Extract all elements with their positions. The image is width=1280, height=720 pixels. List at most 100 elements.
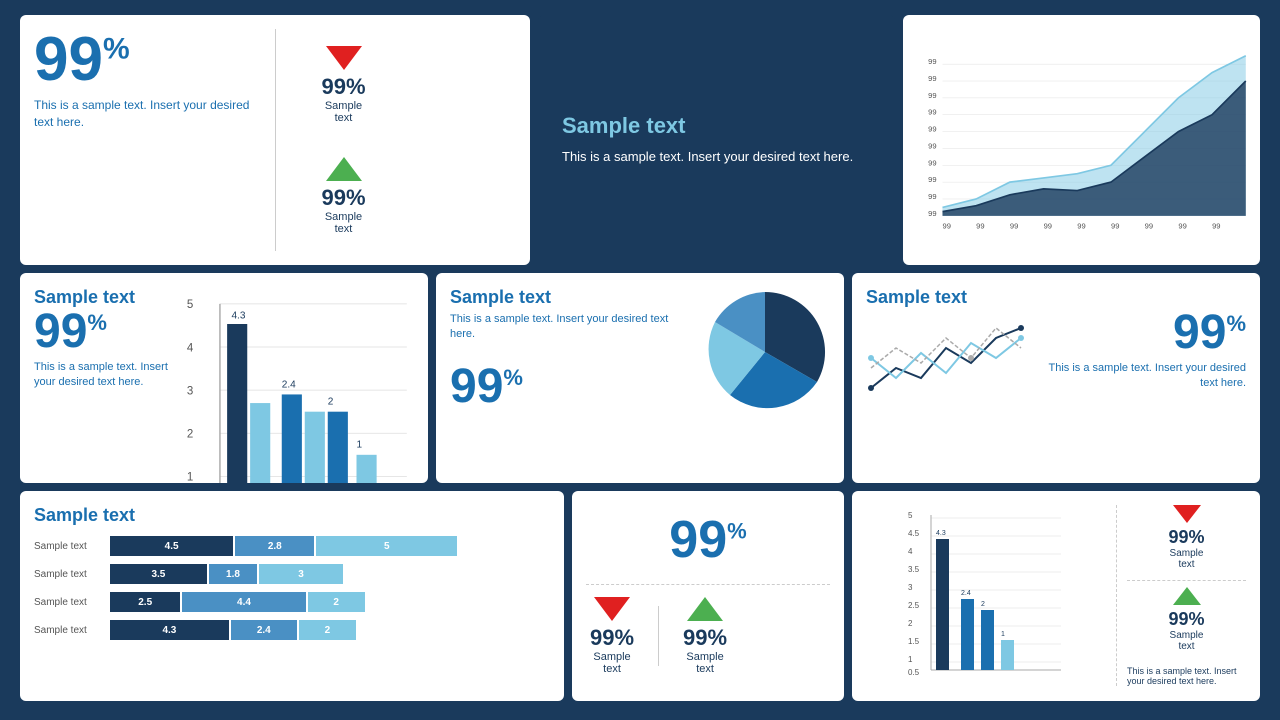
svg-text:0.5: 0.5 <box>908 668 920 675</box>
svg-text:2.4: 2.4 <box>961 590 971 597</box>
row1: 99% This is a sample text. Insert your d… <box>20 15 1260 265</box>
hbar-seg1-4: 4.3 <box>110 620 229 640</box>
arrow-stats-row: 99% Sampletext 99% Sampletext <box>586 584 830 679</box>
bar-card-left: Sample text 99% This is a sample text. I… <box>34 287 174 483</box>
arrow-up-block-2: 99% Sampletext <box>679 593 731 679</box>
svg-text:99: 99 <box>1212 221 1220 230</box>
svg-text:99: 99 <box>928 209 936 218</box>
svg-text:1: 1 <box>187 472 193 483</box>
svg-text:1: 1 <box>908 655 913 664</box>
bar2-desc: This is a sample text. Insert your desir… <box>1127 666 1246 686</box>
svg-text:99: 99 <box>928 175 936 184</box>
svg-text:1: 1 <box>1001 631 1005 638</box>
arrow-down-icon-2 <box>594 597 630 621</box>
spark-right: 99% This is a sample text. Insert your d… <box>1036 287 1246 413</box>
hbar-label-3: Sample text <box>34 597 104 608</box>
svg-text:2: 2 <box>328 397 334 408</box>
spark-inner: Sample text 99% <box>866 287 1246 413</box>
hbar-seg2-2: 1.8 <box>209 564 257 584</box>
arrow-label-5: Sampletext <box>1127 548 1246 570</box>
arrow-label-6: Sampletext <box>1127 630 1246 652</box>
sparkline-card: Sample text 99% <box>852 273 1260 483</box>
row3: Sample text Sample text 4.5 2.8 5 Sample… <box>20 491 1260 701</box>
arrow-up-icon-2 <box>687 597 723 621</box>
svg-text:3: 3 <box>187 385 193 397</box>
bar-card-desc: This is a sample text. Insert your desir… <box>34 360 174 391</box>
hbar-seg2-1: 2.8 <box>235 536 314 556</box>
arrow-stats-num: 99% <box>669 514 746 566</box>
arrow-label-2: Sampletext <box>290 211 397 235</box>
hbar-label-1: Sample text <box>34 541 104 552</box>
svg-text:2.4: 2.4 <box>282 379 296 390</box>
hbar-seg3-2: 3 <box>259 564 343 584</box>
svg-text:2: 2 <box>908 619 913 628</box>
hbar-inner-4: 4.3 2.4 2 <box>110 620 550 640</box>
stats-right: 99% Sampletext 99% Sampletext <box>275 29 516 251</box>
hbar-seg1-1: 4.5 <box>110 536 233 556</box>
hbar-row-2: Sample text 3.5 1.8 3 <box>34 564 550 584</box>
hbar-title: Sample text <box>34 505 550 526</box>
svg-text:0: 0 <box>930 674 935 675</box>
stats-left: 99% This is a sample text. Insert your d… <box>34 29 275 251</box>
pie-card-num: 99% <box>450 363 690 411</box>
hbar-label-4: Sample text <box>34 625 104 636</box>
line-chart-card: 99 99 99 99 99 99 99 99 99 99 <box>903 15 1260 265</box>
arrow-down-icon-3 <box>1173 505 1201 523</box>
svg-text:99: 99 <box>1178 221 1186 230</box>
svg-text:99: 99 <box>1077 221 1085 230</box>
arrow-percent-3: 99% <box>590 625 634 651</box>
bar2-chart: 5 4.5 4 3.5 3 2.5 2 1.5 1 0.5 <box>866 505 1106 686</box>
hbar-seg2-3: 4.4 <box>182 592 305 612</box>
arrow-down-block-1: 99% Sampletext <box>286 42 401 128</box>
bar2-inner: 5 4.5 4 3.5 3 2.5 2 1.5 1 0.5 <box>866 505 1246 686</box>
sparkline-svg <box>866 308 1026 408</box>
svg-text:99: 99 <box>928 91 936 100</box>
svg-text:99: 99 <box>928 57 936 66</box>
pie-chart-area <box>700 287 830 417</box>
bar2-card: 5 4.5 4 3.5 3 2.5 2 1.5 1 0.5 <box>852 491 1260 701</box>
arrow-label-4: Sampletext <box>683 651 727 675</box>
svg-text:99: 99 <box>928 192 936 201</box>
bar-chart-card: Sample text 99% This is a sample text. I… <box>20 273 428 483</box>
pie-svg <box>700 287 830 417</box>
svg-text:2: 2 <box>187 429 193 441</box>
arrow-down-block-2: 99% Sampletext <box>586 593 638 679</box>
dark-card-title: Sample text <box>562 113 686 139</box>
hbar-inner-3: 2.5 4.4 2 <box>110 592 550 612</box>
svg-text:4: 4 <box>187 342 194 354</box>
svg-text:99: 99 <box>928 141 936 150</box>
svg-text:99: 99 <box>1044 221 1052 230</box>
svg-text:4.3: 4.3 <box>231 310 245 321</box>
arrow-up-icon-1 <box>326 157 362 181</box>
arrow-percent-5: 99% <box>1127 527 1246 548</box>
svg-text:3.5: 3.5 <box>908 565 920 574</box>
row2: Sample text 99% This is a sample text. I… <box>20 273 1260 483</box>
arrow-stats-card: 99% 99% Sampletext 99% Sampletext <box>572 491 844 701</box>
hbar-seg3-3: 2 <box>308 592 365 612</box>
hbar-card: Sample text Sample text 4.5 2.8 5 Sample… <box>20 491 564 701</box>
svg-text:1.5: 1.5 <box>908 637 920 646</box>
stats-desc-1: This is a sample text. Insert your desir… <box>34 97 265 131</box>
pie-card-desc: This is a sample text. Insert your desir… <box>450 312 690 343</box>
svg-text:99: 99 <box>928 108 936 117</box>
stats-card: 99% This is a sample text. Insert your d… <box>20 15 530 265</box>
arrow-percent-4: 99% <box>683 625 727 651</box>
svg-text:99: 99 <box>928 74 936 83</box>
bar-chart-area: 5 4 3 2 1 0 4.3 <box>184 287 414 483</box>
svg-text:1: 1 <box>357 440 363 451</box>
dashboard: 99% This is a sample text. Insert your d… <box>20 15 1260 705</box>
bar2-arrows: 99% Sampletext 99% Sampletext This is a … <box>1116 505 1246 686</box>
hbar-row-4: Sample text 4.3 2.4 2 <box>34 620 550 640</box>
svg-text:5: 5 <box>908 511 913 520</box>
pie-chart-card: Sample text This is a sample text. Inser… <box>436 273 844 483</box>
big-percent-1: 99% <box>34 29 265 91</box>
hbar-seg1-3: 2.5 <box>110 592 180 612</box>
svg-text:99: 99 <box>928 125 936 134</box>
arrow-up-block-1: 99% Sampletext <box>286 153 401 239</box>
pie-card-title: Sample text <box>450 287 690 308</box>
svg-text:99: 99 <box>1145 221 1153 230</box>
hbar-seg2-4: 2.4 <box>231 620 297 640</box>
arrow-label-3: Sampletext <box>590 651 634 675</box>
svg-text:2: 2 <box>981 601 985 608</box>
spark-num: 99% <box>1173 309 1246 357</box>
